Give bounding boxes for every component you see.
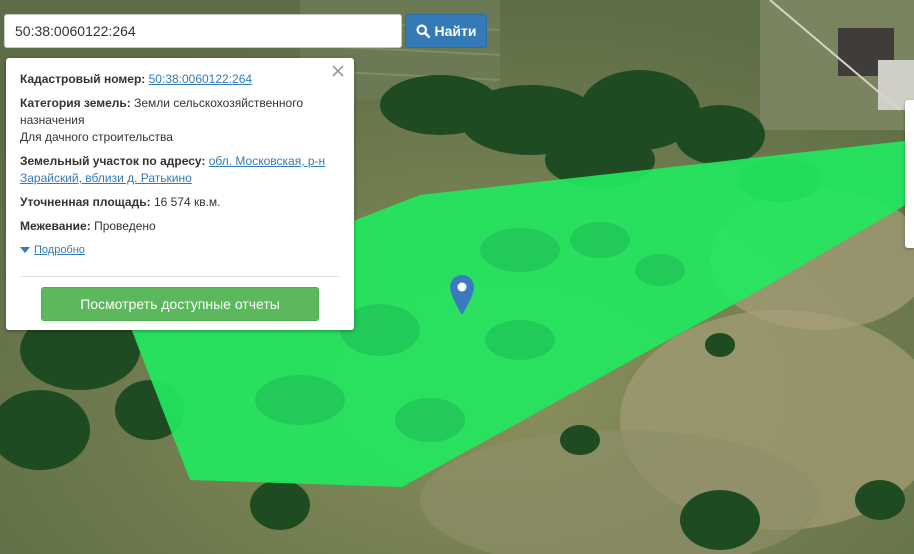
search-button[interactable]: Найти xyxy=(405,14,487,48)
cadastral-number-link[interactable]: 50:38:0060122:264 xyxy=(149,72,252,86)
address-label: Земельный участок по адресу: xyxy=(20,154,206,168)
category-row: Категория земель: Земли сельскохозяйстве… xyxy=(20,95,340,146)
details-toggle[interactable]: Подробно xyxy=(20,242,340,259)
survey-row: Межевание: Проведено xyxy=(20,218,340,235)
category-use: Для дачного строительства xyxy=(20,130,173,144)
address-row: Земельный участок по адресу: обл. Москов… xyxy=(20,153,340,187)
survey-value: Проведено xyxy=(94,219,156,233)
search-icon xyxy=(416,24,430,38)
search-button-label: Найти xyxy=(434,23,477,39)
parcel-info-popup: Кадастровый номер: 50:38:0060122:264 Кат… xyxy=(6,58,354,330)
survey-label: Межевание: xyxy=(20,219,91,233)
caret-down-icon xyxy=(20,247,30,253)
cadastral-row: Кадастровый номер: 50:38:0060122:264 xyxy=(20,71,340,88)
category-label: Категория земель: xyxy=(20,96,131,110)
popup-divider xyxy=(20,276,340,277)
map-marker-icon[interactable] xyxy=(450,275,474,320)
area-label: Уточненная площадь: xyxy=(20,195,151,209)
details-link[interactable]: Подробно xyxy=(34,242,85,259)
side-panel-edge xyxy=(905,100,914,248)
cadastral-label: Кадастровый номер: xyxy=(20,72,146,86)
view-reports-button[interactable]: Посмотреть доступные отчеты xyxy=(41,287,319,321)
close-icon[interactable] xyxy=(330,63,346,79)
area-row: Уточненная площадь: 16 574 кв.м. xyxy=(20,194,340,211)
area-value: 16 574 кв.м. xyxy=(153,195,221,209)
search-input[interactable] xyxy=(4,14,402,48)
